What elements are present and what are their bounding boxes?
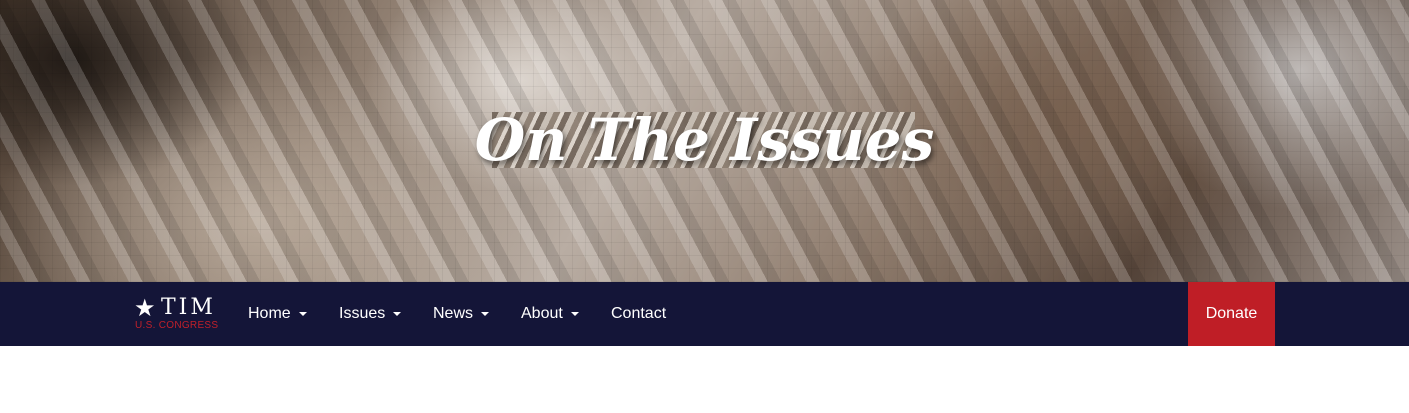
nav-item-label: About — [521, 305, 563, 322]
nav-item-contact[interactable]: Contact — [611, 282, 666, 346]
brand-name: TIM — [161, 295, 216, 320]
page-title: On The Issues — [474, 106, 935, 174]
nav-item-label: Issues — [339, 305, 386, 322]
hero-banner: On The Issues — [0, 0, 1409, 282]
nav-item-issues[interactable]: Issues — [339, 282, 402, 346]
caret-down-icon — [298, 312, 307, 316]
brand-subtitle: U.S. CONGRESS — [135, 320, 219, 331]
nav-item-home[interactable]: Home — [248, 282, 307, 346]
nav-item-about[interactable]: About — [521, 282, 579, 346]
star-icon: ★ — [134, 294, 156, 322]
donate-button[interactable]: Donate — [1188, 282, 1275, 346]
brand-logo-link[interactable]: ★ TIM U.S. CONGRESS — [134, 295, 218, 333]
nav-item-news[interactable]: News — [433, 282, 490, 346]
caret-down-icon — [393, 312, 402, 316]
caret-down-icon — [481, 312, 490, 316]
nav-item-label: Home — [248, 305, 291, 322]
nav-item-label: Contact — [611, 305, 667, 322]
nav-item-label: News — [433, 305, 474, 322]
caret-down-icon — [570, 312, 579, 316]
main-navbar: ★ TIM U.S. CONGRESS Home Issues News Abo… — [0, 282, 1409, 346]
